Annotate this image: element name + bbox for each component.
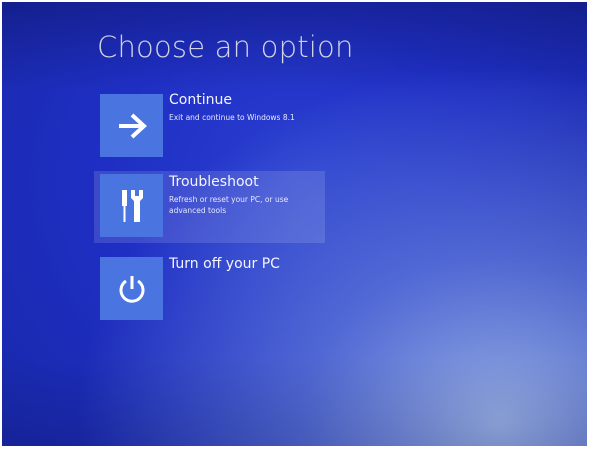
power-icon [119, 275, 144, 303]
continue-label: Continue [169, 92, 232, 108]
turn-off-tile[interactable] [100, 257, 163, 320]
continue-tile[interactable] [100, 94, 163, 157]
troubleshoot-description: Refresh or reset your PC, or use advance… [169, 195, 289, 215]
continue-option[interactable]: Continue Exit and continue to Windows 8.… [97, 92, 327, 160]
recovery-screen: Choose an option Continue Exit and conti… [2, 2, 587, 446]
troubleshoot-tile[interactable] [100, 174, 163, 237]
page-title: Choose an option [97, 30, 354, 64]
troubleshoot-option[interactable]: Troubleshoot Refresh or reset your PC, o… [94, 171, 325, 243]
turn-off-option[interactable]: Turn off your PC [97, 254, 327, 322]
tools-icon [121, 189, 143, 222]
troubleshoot-label: Troubleshoot [169, 174, 259, 190]
continue-description: Exit and continue to Windows 8.1 [169, 113, 295, 122]
turn-off-label: Turn off your PC [169, 256, 280, 272]
arrow-right-icon [118, 113, 147, 138]
